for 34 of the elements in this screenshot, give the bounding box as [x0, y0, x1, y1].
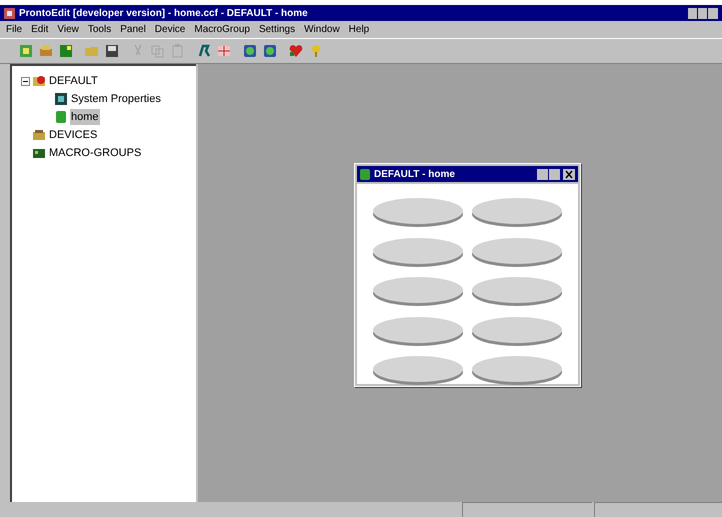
r-icon[interactable]: [196, 43, 212, 59]
menu-item[interactable]: Edit: [31, 22, 48, 37]
window-title: ProntoEdit [developer version] - home.ccf - DEFAULT - home: [19, 6, 308, 20]
tree-item[interactable]: home: [70, 108, 100, 126]
panel-button[interactable]: [373, 198, 463, 224]
panel-button[interactable]: [472, 198, 562, 224]
square-icon[interactable]: [58, 43, 74, 59]
window-controls-icon: [688, 8, 718, 18]
menu-item[interactable]: Window: [304, 22, 340, 37]
app-icon: [4, 8, 15, 18]
panel-icon: [54, 110, 68, 124]
collapse-toggle-icon[interactable]: [20, 76, 30, 86]
panel-icon: [360, 168, 370, 180]
tree-item[interactable]: DEFAULT: [48, 72, 99, 90]
grid-icon[interactable]: [216, 43, 232, 59]
child-window-title: DEFAULT - home: [374, 168, 455, 182]
menu-item[interactable]: Tools: [88, 22, 112, 37]
cycle-icon[interactable]: [262, 43, 278, 59]
menu-item[interactable]: Device: [154, 22, 186, 37]
doc-icon[interactable]: [18, 43, 34, 59]
tree-item[interactable]: MACRO-GROUPS: [48, 144, 142, 162]
menu-item[interactable]: MacroGroup: [194, 22, 250, 37]
menu-item[interactable]: Panel: [120, 22, 146, 37]
window-controls-icon: [537, 168, 575, 180]
monitor-icon: [54, 92, 68, 106]
tree-item[interactable]: DEVICES: [48, 126, 98, 144]
tree-item[interactable]: System Properties: [70, 90, 162, 108]
menu-item[interactable]: Settings: [258, 22, 296, 37]
heart-icon[interactable]: [288, 43, 304, 59]
menu-item[interactable]: File: [6, 22, 22, 37]
save-icon[interactable]: [104, 43, 120, 59]
cycle-icon[interactable]: [242, 43, 258, 59]
menu-item[interactable]: Help: [348, 22, 370, 37]
menu-item[interactable]: View: [57, 22, 79, 37]
